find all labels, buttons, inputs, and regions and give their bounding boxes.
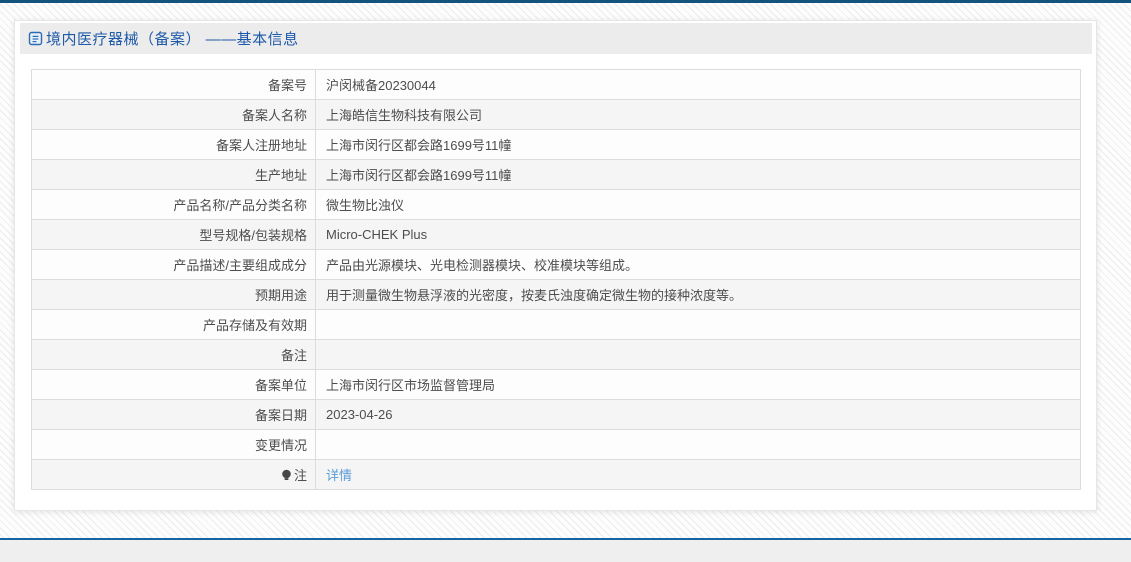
table-row: 产品描述/主要组成成分 产品由光源模块、光电检测器模块、校准模块等组成。 (31, 249, 1081, 280)
footer-bar (0, 538, 1131, 562)
table-row: 备案单位 上海市闵行区市场监督管理局 (31, 369, 1081, 400)
table-row: 生产地址 上海市闵行区都会路1699号11幢 (31, 159, 1081, 190)
row-label: 生产地址 (31, 159, 316, 190)
row-value: 产品由光源模块、光电检测器模块、校准模块等组成。 (315, 249, 1081, 280)
row-value: 上海市闵行区都会路1699号11幢 (315, 159, 1081, 190)
table-row: 产品名称/产品分类名称 微生物比浊仪 (31, 189, 1081, 220)
row-label: 备案单位 (31, 369, 316, 400)
row-value: 上海皓信生物科技有限公司 (315, 99, 1081, 130)
table-row: 备案号 沪闵械备20230044 (31, 69, 1081, 100)
row-value (315, 429, 1081, 460)
row-value: 用于测量微生物悬浮液的光密度，按麦氏浊度确定微生物的接种浓度等。 (315, 279, 1081, 310)
row-value: 沪闵械备20230044 (315, 69, 1081, 100)
row-label: 变更情况 (31, 429, 316, 460)
row-value: 详情 (315, 459, 1081, 490)
table-row: 变更情况 (31, 429, 1081, 460)
table-row: 预期用途 用于测量微生物悬浮液的光密度，按麦氏浊度确定微生物的接种浓度等。 (31, 279, 1081, 310)
row-label: 备案人名称 (31, 99, 316, 130)
table-row: 注详情 (31, 459, 1081, 490)
page-title: 境内医疗器械（备案） ——基本信息 (46, 31, 299, 48)
table-row: 产品存储及有效期 (31, 309, 1081, 340)
row-label: 产品名称/产品分类名称 (31, 189, 316, 220)
row-value: Micro-CHEK Plus (315, 219, 1081, 250)
row-value: 微生物比浊仪 (315, 189, 1081, 220)
row-label: 产品描述/主要组成成分 (31, 249, 316, 280)
panel-header: 境内医疗器械（备案） ——基本信息 (20, 23, 1092, 54)
table-row: 备案人注册地址 上海市闵行区都会路1699号11幢 (31, 129, 1081, 160)
row-label: 注 (31, 459, 316, 490)
row-value (315, 309, 1081, 340)
row-label: 备案人注册地址 (31, 129, 316, 160)
info-table-body: 备案号 沪闵械备20230044 备案人名称 上海皓信生物科技有限公司 备案人注册地址上… (31, 69, 1081, 490)
table-row: 备案日期 2023-04-26 (31, 399, 1081, 430)
row-label: 产品存储及有效期 (31, 309, 316, 340)
row-label: 备案号 (31, 69, 316, 100)
row-value (315, 339, 1081, 370)
row-label: 型号规格/包装规格 (31, 219, 316, 250)
document-icon (28, 31, 43, 46)
row-value: 上海市闵行区市场监督管理局 (315, 369, 1081, 400)
row-label: 备案日期 (31, 399, 316, 430)
row-label: 备注 (31, 339, 316, 370)
record-panel: 境内医疗器械（备案） ——基本信息 备案号 沪闵械备20230044 备案人名称 上海… (14, 20, 1097, 511)
table-row: 型号规格/包装规格 Micro-CHEK Plus (31, 219, 1081, 250)
row-label: 预期用途 (31, 279, 316, 310)
info-table: 备案号 沪闵械备20230044 备案人名称 上海皓信生物科技有限公司 备案人注册地址上… (31, 69, 1081, 490)
detail-link[interactable]: 详情 (326, 468, 352, 483)
top-accent-bar (0, 0, 1131, 3)
row-value: 上海市闵行区都会路1699号11幢 (315, 129, 1081, 160)
table-row: 备案人名称 上海皓信生物科技有限公司 (31, 99, 1081, 130)
bulb-icon (281, 469, 292, 485)
row-value: 2023-04-26 (315, 399, 1081, 430)
table-row: 备注 (31, 339, 1081, 370)
